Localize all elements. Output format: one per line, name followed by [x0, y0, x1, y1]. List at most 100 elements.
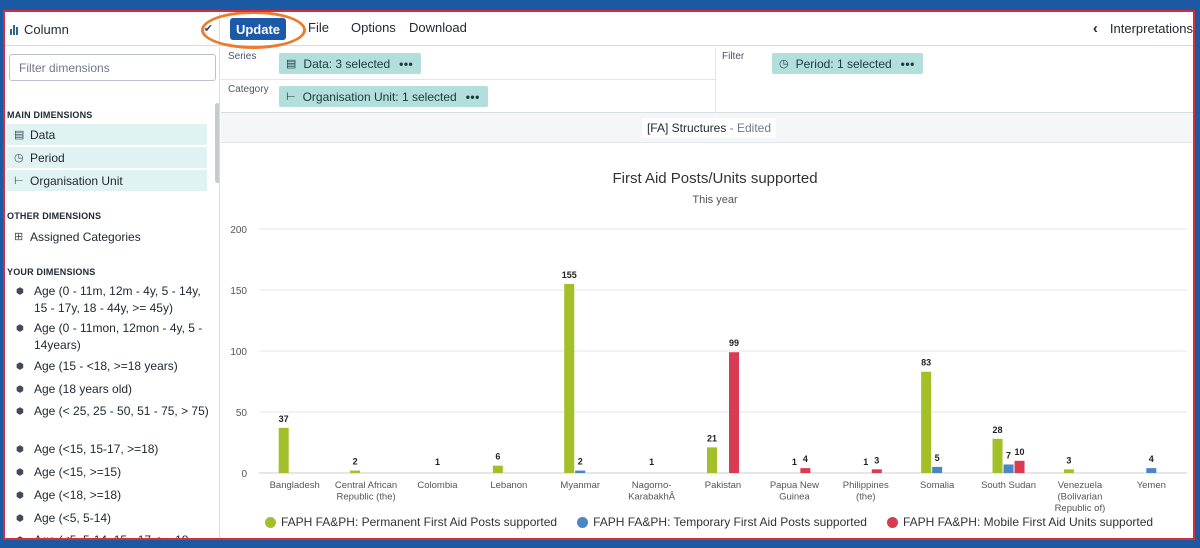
- hierarchy-icon: ⊢: [14, 175, 24, 187]
- chip-label: Data: 3 selected: [303, 56, 391, 71]
- bar: [278, 427, 289, 473]
- more-icon[interactable]: •••: [399, 57, 413, 71]
- visualization-name[interactable]: [FA] Structures - Edited: [641, 117, 777, 138]
- bar: [800, 468, 811, 473]
- dimension-label: Data: [30, 127, 56, 142]
- dimension-organisation-unit[interactable]: ⊢ Organisation Unit: [7, 170, 207, 191]
- bar: [729, 352, 739, 473]
- x-tick-label: South Sudan: [981, 480, 1036, 491]
- your-dimension-item[interactable]: ⬢ Age (<5, 5-14, 15 - 17, >= 18: [7, 532, 212, 540]
- your-dimension-item[interactable]: ⬢ Age (<18, >=18): [7, 487, 212, 504]
- your-dimension-item[interactable]: ⬢ Age (18 years old): [7, 381, 212, 398]
- grid-icon: ⊞: [14, 231, 24, 243]
- bar: [492, 465, 503, 473]
- organisation-unit-chip[interactable]: ⊢ Organisation Unit: 1 selected •••: [279, 86, 488, 107]
- dimension-icon: ⬢: [16, 535, 24, 540]
- dimension-icon: ⬢: [16, 384, 24, 394]
- edited-status: - Edited: [729, 120, 772, 135]
- data-label: 5: [935, 453, 940, 463]
- x-tick-label: Republic (the): [337, 492, 396, 503]
- your-dimension-item[interactable]: ⬢ Age (< 25, 25 - 50, 51 - 75, > 75): [7, 403, 212, 420]
- column-chart-icon: [10, 23, 18, 35]
- period-chip[interactable]: ◷ Period: 1 selected •••: [772, 53, 923, 74]
- category-axis-label: Category: [228, 84, 269, 95]
- y-tick-label: 50: [236, 408, 248, 419]
- data-label: 7: [1006, 450, 1011, 460]
- bar: [921, 371, 932, 473]
- data-label: 1: [435, 457, 440, 467]
- main-dimensions-header: MAIN DIMENSIONS: [7, 110, 93, 120]
- interpretations-label: Interpretations: [1109, 21, 1193, 36]
- y-tick-label: 200: [230, 225, 247, 236]
- clock-icon: ◷: [14, 152, 24, 164]
- data-label: 37: [279, 414, 289, 424]
- legend-label: FAPH FA&PH: Mobile First Aid Units suppo…: [902, 515, 1154, 529]
- data-label: 6: [495, 452, 500, 462]
- data-label: 99: [729, 338, 739, 348]
- bar: [871, 469, 882, 473]
- your-dimension-item[interactable]: ⬢ Age (<15, 15-17, >=18): [7, 441, 212, 458]
- your-dimension-item[interactable]: ⬢ Age (<15, >=15): [7, 464, 212, 481]
- data-label: 2: [578, 457, 583, 467]
- data-chip[interactable]: ▤ Data: 3 selected •••: [279, 53, 422, 74]
- dimension-icon: ⬢: [16, 513, 24, 523]
- dimension-period[interactable]: ◷ Period: [7, 147, 207, 168]
- your-dimension-item[interactable]: ⬢ Age (0 - 11m, 12m - 4y, 5 - 14y, 15 - 1…: [7, 283, 212, 317]
- app-window: Column ✔ Update File Options Download ‹ …: [3, 10, 1195, 540]
- dimension-assigned-categories[interactable]: ⊞ Assigned Categories: [7, 226, 207, 247]
- dimension-label: Assigned Categories: [30, 229, 141, 244]
- dimension-icon: ⬢: [16, 286, 24, 296]
- filter-dimensions-input[interactable]: [9, 54, 216, 81]
- layout-area: Series ▤ Data: 3 selected ••• Category ⊢…: [221, 47, 1193, 113]
- x-tick-label: (Bolivarian: [1057, 492, 1102, 503]
- more-icon[interactable]: •••: [901, 57, 915, 71]
- download-menu[interactable]: Download: [409, 20, 467, 35]
- data-label: 3: [1066, 455, 1071, 465]
- data-label: 155: [562, 270, 577, 280]
- file-menu[interactable]: File: [308, 20, 329, 35]
- x-tick-label: Philippines: [843, 480, 889, 491]
- legend-item[interactable]: FAPH FA&PH: Permanent First Aid Posts su…: [264, 515, 557, 529]
- divider: [221, 79, 715, 80]
- series-axis-label: Series: [228, 51, 257, 62]
- checkmark-icon: ✔: [203, 23, 213, 35]
- x-tick-label: Papua New: [770, 480, 819, 491]
- x-tick-label: Central African: [335, 480, 397, 491]
- x-tick-label: Republic of): [1055, 503, 1106, 514]
- chart-legend: FAPH FA&PH: Permanent First Aid Posts su…: [221, 515, 1193, 529]
- data-label: 1: [792, 457, 797, 467]
- dimension-label: Period: [30, 150, 65, 165]
- bar: [1146, 468, 1157, 473]
- options-menu[interactable]: Options: [351, 20, 396, 35]
- filter-axis-label: Filter: [722, 51, 745, 62]
- x-tick-label: Pakistan: [705, 480, 741, 491]
- data-label: 3: [874, 455, 879, 465]
- dimension-data[interactable]: ▤ Data: [7, 124, 207, 145]
- update-button[interactable]: Update: [230, 18, 286, 40]
- visualization-type-selector[interactable]: Column ✔: [5, 12, 220, 46]
- your-dimension-item[interactable]: ⬢ Age (0 - 11mon, 12mon - 4y, 5 - 14years…: [7, 320, 212, 354]
- scrollbar[interactable]: [215, 103, 219, 183]
- your-dimension-item[interactable]: ⬢ Age (15 - <18, >=18 years): [7, 358, 212, 375]
- legend-item[interactable]: FAPH FA&PH: Mobile First Aid Units suppo…: [886, 515, 1154, 529]
- chevron-left-icon: ‹: [1092, 20, 1098, 37]
- your-dimension-item[interactable]: ⬢ Age (<5, 5-14): [7, 510, 212, 527]
- interpretations-toggle[interactable]: ‹ Interpretations: [1093, 20, 1193, 37]
- y-tick-label: 100: [230, 347, 247, 358]
- dimension-label: Organisation Unit: [30, 173, 123, 188]
- dimension-icon: ⬢: [16, 406, 24, 416]
- legend-label: FAPH FA&PH: Temporary First Aid Posts su…: [593, 515, 867, 529]
- data-label: 4: [1149, 454, 1154, 464]
- bar: [564, 283, 575, 473]
- x-tick-label: Venezuela: [1058, 480, 1103, 491]
- x-tick-label: Bangladesh: [270, 480, 320, 491]
- table-icon: ▤: [286, 58, 297, 70]
- y-tick-label: 150: [230, 286, 247, 297]
- legend-item[interactable]: FAPH FA&PH: Temporary First Aid Posts su…: [577, 515, 867, 529]
- x-tick-label: KarabakhÂ: [628, 492, 676, 503]
- more-icon[interactable]: •••: [466, 90, 480, 104]
- data-label: 10: [1015, 447, 1025, 457]
- bar: [932, 466, 943, 473]
- dimension-icon: ⬢: [16, 490, 24, 500]
- x-tick-label: (the): [856, 492, 876, 503]
